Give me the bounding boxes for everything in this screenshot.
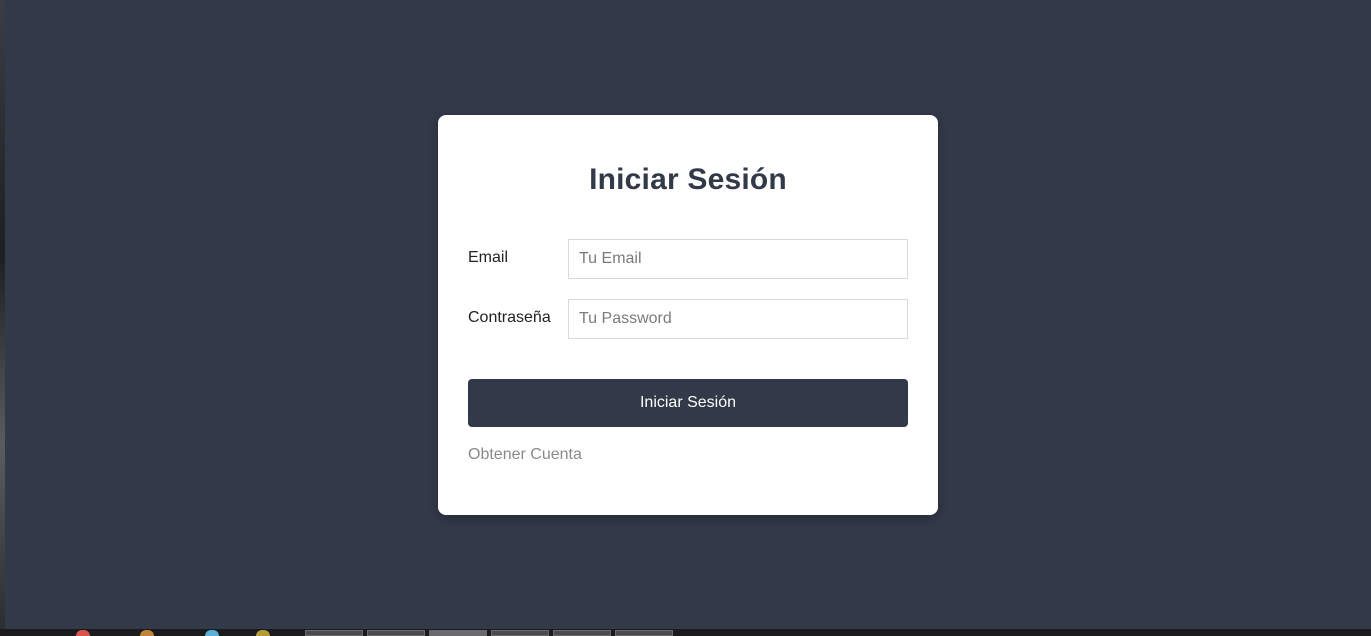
- login-card: Iniciar Sesión Email Contraseña Iniciar …: [438, 115, 938, 515]
- taskbar-window[interactable]: [553, 630, 611, 636]
- taskbar-window[interactable]: [367, 630, 425, 636]
- taskbar: [0, 629, 1371, 636]
- app-icon[interactable]: [140, 630, 154, 636]
- login-page: Iniciar Sesión Email Contraseña Iniciar …: [5, 0, 1371, 629]
- email-label: Email: [468, 249, 509, 266]
- folder-icon[interactable]: [205, 630, 219, 636]
- taskbar-window[interactable]: [491, 630, 549, 636]
- taskbar-window[interactable]: [615, 630, 673, 636]
- browser-icon[interactable]: [76, 630, 90, 636]
- login-button[interactable]: Iniciar Sesión: [468, 379, 908, 427]
- create-account-link[interactable]: Obtener Cuenta: [468, 446, 582, 464]
- app-icon[interactable]: [256, 630, 270, 636]
- taskbar-window-active[interactable]: [429, 630, 487, 636]
- password-field[interactable]: [568, 299, 908, 339]
- email-field[interactable]: [568, 239, 908, 279]
- page-title: Iniciar Sesión: [589, 163, 787, 196]
- password-label: Contraseña: [468, 309, 551, 326]
- taskbar-window[interactable]: [305, 630, 363, 636]
